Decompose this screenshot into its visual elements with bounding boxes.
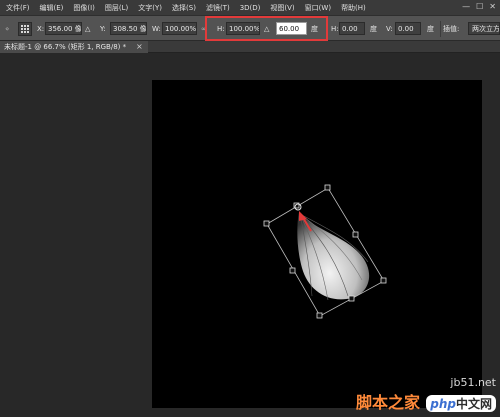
close-tab-icon[interactable]: × [136, 41, 143, 53]
v-skew-label: V: [386, 25, 393, 33]
document-tab-bar: 未标题-1 @ 66.7% (矩形 1, RGB/8) * × [0, 41, 500, 53]
document-tab-label: 未标题-1 @ 66.7% (矩形 1, RGB/8) * [4, 43, 127, 51]
watermark-logo: php中文网 [426, 395, 496, 412]
h-skew-unit: 度 [370, 25, 377, 33]
menu-edit[interactable]: 编辑(E) [40, 3, 64, 13]
close-button[interactable]: ✕ [489, 2, 496, 11]
h-skew-field[interactable]: 0.00 [339, 22, 365, 35]
divider [440, 21, 441, 37]
maximize-button[interactable]: ☐ [476, 2, 483, 11]
v-skew-unit: 度 [427, 25, 434, 33]
menu-type[interactable]: 文字(Y) [138, 3, 162, 13]
v-skew-field[interactable]: 0.00 [395, 22, 421, 35]
menu-file[interactable]: 文件(F) [6, 3, 30, 13]
menu-view[interactable]: 视图(V) [270, 3, 294, 13]
width-field[interactable]: 100.00% [162, 22, 197, 35]
h-skew-label: H: [331, 25, 339, 33]
watermark: jb51.net 脚本之家 php中文网 [356, 376, 496, 413]
watermark-site: jb51.net [450, 376, 496, 389]
watermark-cn: 中文网 [455, 397, 492, 411]
menu-help[interactable]: 帮助(H) [341, 3, 366, 13]
interpolation-label: 插值: [443, 25, 460, 33]
watermark-php: php [430, 397, 456, 411]
interpolation-select[interactable]: 两次立方 [468, 22, 500, 35]
reference-point-icon[interactable] [18, 22, 32, 36]
menu-select[interactable]: 选择(S) [172, 3, 196, 13]
tool-preset-icon[interactable]: ⋄ [5, 23, 9, 35]
relative-position-icon[interactable]: △ [85, 23, 90, 35]
x-label: X: [37, 25, 45, 33]
x-field[interactable]: 356.00 像 [45, 22, 82, 35]
document-tab[interactable]: 未标题-1 @ 66.7% (矩形 1, RGB/8) * [0, 41, 148, 53]
window-controls: — ☐ ✕ [462, 2, 496, 11]
menu-layer[interactable]: 图层(L) [105, 3, 128, 13]
w-label: W: [152, 25, 161, 33]
y-label: Y: [100, 25, 106, 33]
menu-3d[interactable]: 3D(D) [240, 4, 261, 12]
menu-window[interactable]: 窗口(W) [305, 3, 331, 13]
menu-bar: 文件(F) 编辑(E) 图像(I) 图层(L) 文字(Y) 选择(S) 滤镜(T… [0, 0, 500, 15]
annotation-highlight-box [205, 16, 328, 41]
document-canvas[interactable] [152, 80, 482, 408]
minimize-button[interactable]: — [462, 2, 470, 11]
y-field[interactable]: 308.50 像 [110, 22, 147, 35]
menu-image[interactable]: 图像(I) [73, 3, 95, 13]
watermark-title: 脚本之家 [356, 393, 421, 412]
menu-filter[interactable]: 滤镜(T) [206, 3, 230, 13]
